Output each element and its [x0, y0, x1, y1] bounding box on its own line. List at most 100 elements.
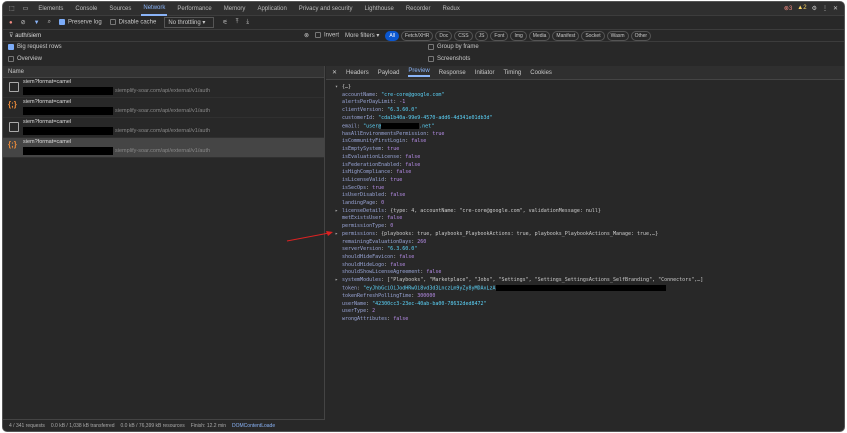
- group-by-frame-checkbox[interactable]: Group by frame: [428, 44, 479, 50]
- request-row[interactable]: {;} siem?format=camel siemplify-soar.com/a…: [3, 98, 324, 118]
- request-row[interactable]: {;} siem?format=camel siemplify-soar.com/a…: [3, 138, 324, 158]
- name-column-header[interactable]: Name: [3, 66, 324, 78]
- request-row[interactable]: siem?format=camel siemplify-soar.com/api/…: [3, 78, 324, 98]
- preserve-log-label: Preserve log: [67, 19, 102, 26]
- device-toggle-icon[interactable]: ▭: [23, 5, 29, 12]
- property-key: email: [342, 123, 358, 130]
- expand-triangle-icon[interactable]: ▸: [335, 231, 338, 239]
- invert-checkbox[interactable]: Invert: [315, 32, 339, 39]
- tab-cookies[interactable]: Cookies: [530, 70, 552, 76]
- property-key: userName: [342, 300, 367, 307]
- tab-application[interactable]: Application: [255, 3, 288, 15]
- export-har-icon[interactable]: ⤓: [246, 19, 249, 26]
- property-key: shouldShowLicenseAgreement: [342, 269, 421, 276]
- property-value: false: [426, 269, 442, 276]
- tab-preview[interactable]: Preview: [408, 68, 430, 77]
- group-by-frame-label: Group by frame: [437, 44, 479, 50]
- preview-line: shouldShowLicenseAgreement: false: [342, 269, 442, 276]
- tab-console[interactable]: Console: [73, 3, 99, 15]
- annotation-arrow-icon: [286, 231, 333, 242]
- close-icon[interactable]: ✕: [833, 5, 838, 12]
- property-key: userType: [342, 308, 367, 315]
- filter-type-other[interactable]: Other: [630, 30, 652, 41]
- filter-type-wasm[interactable]: Wasm: [606, 30, 629, 41]
- filter-type-media[interactable]: Media: [528, 30, 551, 41]
- screenshots-label: Screenshots: [437, 56, 471, 62]
- property-value: false: [399, 253, 415, 260]
- tab-response[interactable]: Response: [439, 70, 466, 76]
- preview-line: isUserDisabled: false: [342, 192, 406, 199]
- tab-initiator[interactable]: Initiator: [475, 70, 495, 76]
- big-rows-label: Big request rows: [17, 44, 62, 50]
- tab-redux[interactable]: Redux: [441, 3, 462, 15]
- screenshots-checkbox[interactable]: Screenshots: [428, 56, 470, 62]
- big-rows-checkbox[interactable]: Big request rows: [8, 44, 62, 50]
- gear-icon[interactable]: ⚙: [812, 5, 817, 12]
- close-details-icon[interactable]: ✕: [332, 69, 337, 76]
- redacted-block: [23, 147, 113, 155]
- inspect-icon[interactable]: ⬚: [9, 5, 15, 12]
- expand-triangle-icon[interactable]: ▸: [335, 277, 338, 285]
- tab-headers[interactable]: Headers: [346, 70, 369, 76]
- filter-type-font[interactable]: Font: [490, 30, 509, 41]
- tab-privacy-and-security[interactable]: Privacy and security: [297, 3, 355, 15]
- preview-line: permissionType: 0: [342, 223, 394, 230]
- warning-badge[interactable]: ▲2: [797, 5, 806, 12]
- redacted-block: [23, 107, 113, 115]
- search-icon[interactable]: ⌕: [48, 19, 51, 26]
- more-filters-dropdown[interactable]: More filters ▾: [345, 32, 379, 39]
- tab-network[interactable]: Network: [141, 2, 168, 16]
- filter-type-img[interactable]: Img: [510, 30, 527, 41]
- tab-lighthouse[interactable]: Lighthouse: [362, 3, 395, 15]
- expand-triangle-icon[interactable]: ▸: [335, 208, 338, 216]
- error-badge[interactable]: ⊗3: [784, 5, 792, 12]
- preserve-log-checkbox[interactable]: Preserve log: [58, 19, 102, 26]
- tab-elements[interactable]: Elements: [36, 3, 65, 15]
- tab-payload[interactable]: Payload: [378, 70, 400, 76]
- preview-line[interactable]: ▸ systemModules: ["Playbooks", "Marketpla…: [334, 277, 844, 285]
- import-har-icon[interactable]: ⤒: [236, 19, 239, 26]
- filter-type-manifest[interactable]: Manifest: [552, 30, 580, 41]
- filter-type-all[interactable]: All: [385, 30, 399, 41]
- clear-filter-icon[interactable]: ⊗: [304, 32, 309, 39]
- filter-icon[interactable]: ▼: [34, 20, 40, 26]
- filter-type-css[interactable]: CSS: [454, 30, 473, 41]
- tab-memory[interactable]: Memory: [222, 3, 248, 15]
- tab-recorder[interactable]: Recorder: [404, 3, 433, 15]
- preview-line: isLicenseValid: true: [342, 176, 403, 183]
- property-value: true: [432, 130, 445, 137]
- property-key: accountName: [342, 91, 376, 98]
- filter-type-js[interactable]: JS: [474, 30, 489, 41]
- more-filters-label: More filters: [345, 33, 375, 39]
- preview-line[interactable]: ▸ licenseDetails: {type: 4, accountName: …: [334, 208, 844, 216]
- document-icon: [9, 122, 19, 132]
- preview-root[interactable]: ▾ {…}: [334, 84, 844, 92]
- overview-checkbox[interactable]: Overview: [8, 56, 42, 62]
- filter-input[interactable]: ⊽ auth/siem ⊗: [9, 32, 309, 39]
- property-value: true: [390, 176, 403, 183]
- filter-type-doc[interactable]: Doc: [435, 30, 453, 41]
- disable-cache-checkbox[interactable]: Disable cache: [109, 19, 156, 26]
- preview-line: shouldHideFavicon: false: [342, 253, 415, 260]
- preview-line[interactable]: ▸ permissions: {playbooks: true, playbook…: [334, 231, 844, 239]
- network-conditions-icon[interactable]: ⚟: [222, 19, 227, 26]
- property-key: isHighCompliance: [342, 169, 391, 176]
- filter-type-fetch-xhr[interactable]: Fetch/XHR: [400, 30, 434, 41]
- tab-sources[interactable]: Sources: [107, 3, 133, 15]
- request-row[interactable]: siem?format=camel siemplify-soar.com/api/…: [3, 118, 324, 138]
- record-icon[interactable]: ●: [9, 20, 13, 26]
- tab-performance[interactable]: Performance: [175, 3, 213, 15]
- property-key: isLicenseValid: [342, 176, 385, 183]
- property-value: ["Playbooks", "Marketplace", "Jobs", "Se…: [387, 277, 704, 284]
- property-key: token: [342, 285, 358, 292]
- property-key: alertsPerDayLimit: [342, 99, 394, 106]
- throttling-select[interactable]: No throttling ▾: [164, 17, 215, 28]
- clear-icon[interactable]: ⊘: [21, 19, 26, 26]
- filter-type-socket[interactable]: Socket: [581, 30, 605, 41]
- property-value: true: [387, 146, 400, 153]
- tab-timing[interactable]: Timing: [503, 70, 521, 76]
- more-icon[interactable]: ⋮: [822, 5, 828, 12]
- filter-value: auth/siem: [15, 33, 42, 39]
- property-key: permissionType: [342, 223, 385, 230]
- throttling-value: No throttling: [168, 20, 201, 26]
